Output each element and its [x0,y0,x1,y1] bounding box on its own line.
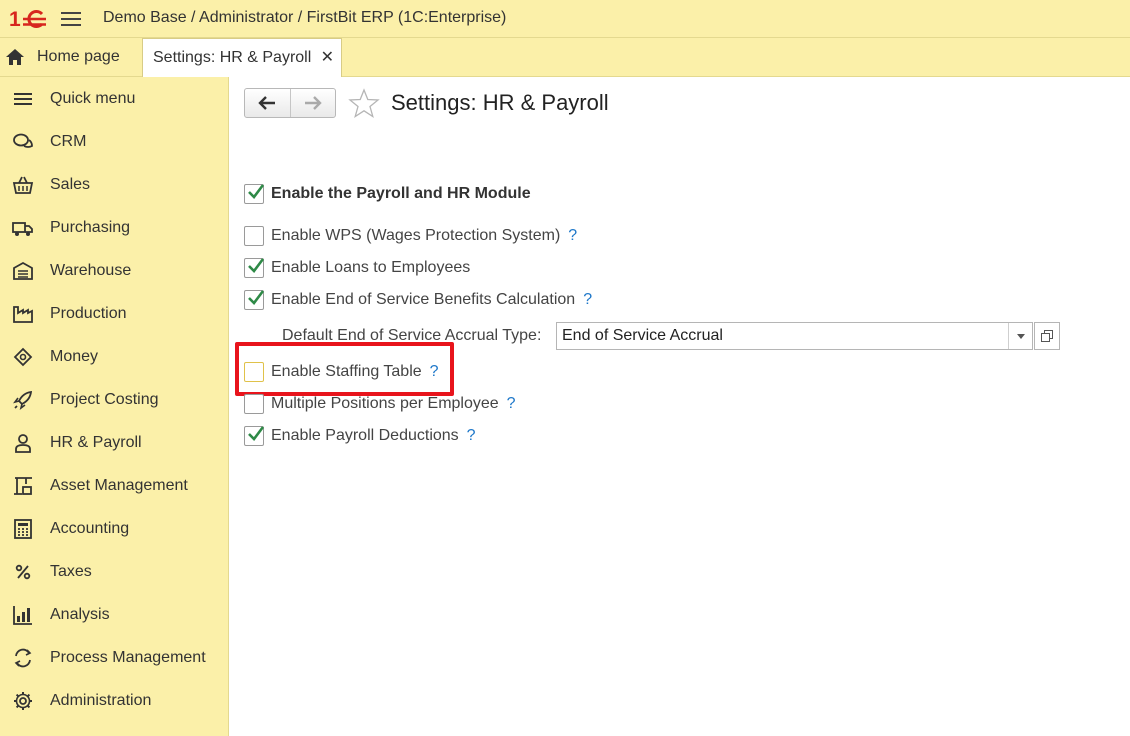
label-enable-payroll-hr: Enable the Payroll and HR Module [271,185,531,202]
home-icon [6,49,24,65]
cycle-icon [11,647,35,669]
gear-icon [11,690,35,712]
help-icon[interactable]: ? [507,395,516,413]
truck-icon [11,217,35,239]
app-title: Demo Base / Administrator / FirstBit ERP… [103,9,507,26]
history-nav [244,88,336,118]
chevron-down-icon [1016,333,1025,339]
help-icon[interactable]: ? [568,227,577,245]
label-enable-wps: Enable WPS (Wages Protection System) [271,227,561,244]
open-window-icon [1041,330,1053,342]
close-tab-icon[interactable]: ✕ [321,49,334,67]
tab-home-label: Home page [37,48,120,65]
sidebar-item-analysis[interactable]: Analysis [0,593,228,636]
favorite-star-icon[interactable] [348,88,380,118]
checkbox-enable-eos-benefits[interactable] [244,290,265,310]
person-icon [11,432,35,454]
accrual-type-select[interactable]: End of Service Accrual [556,322,1033,350]
checkbox-enable-wps[interactable] [244,226,264,246]
sidebar-item-purchasing[interactable]: Purchasing [0,206,228,249]
label-enable-payroll-deductions: Enable Payroll Deductions [271,427,459,444]
crane-icon [11,475,35,497]
option-enable-wps: Enable WPS (Wages Protection System) ? [244,224,577,248]
tab-bar: Home page Settings: HR & Payroll ✕ [0,38,1130,77]
title-bar: 1 Demo Base / Administrator / FirstBit E… [0,0,1130,38]
option-enable-eos-benefits: Enable End of Service Benefits Calculati… [244,288,592,312]
back-button[interactable] [245,89,290,117]
checkbox-enable-payroll-deductions[interactable] [244,426,265,446]
arrow-left-icon [258,96,276,110]
checkmark-icon [248,258,265,273]
label-enable-loans: Enable Loans to Employees [271,259,471,276]
sidebar-item-hr-payroll[interactable]: HR & Payroll [0,421,228,464]
checkbox-enable-payroll-hr[interactable] [244,184,265,204]
main-menu-icon[interactable] [61,10,81,28]
checkmark-icon [248,426,265,441]
checkmark-icon [248,184,265,199]
sidebar: Quick menu CRM Sales Purchasing Warehous… [0,77,229,736]
help-icon[interactable]: ? [467,427,476,445]
checkmark-icon [248,290,265,305]
svg-text:1: 1 [9,8,21,31]
sidebar-item-quick-menu[interactable]: Quick menu [0,77,228,120]
tab-settings-label: Settings: HR & Payroll [153,49,312,66]
rocket-icon [11,389,35,411]
sidebar-item-asset-management[interactable]: Asset Management [0,464,228,507]
sidebar-item-money[interactable]: Money [0,335,228,378]
highlight-box [235,342,454,396]
factory-icon [11,303,35,325]
checkbox-multiple-positions[interactable] [244,394,264,414]
checkbox-enable-loans[interactable] [244,258,265,278]
option-multiple-positions: Multiple Positions per Employee ? [244,392,516,416]
option-enable-loans: Enable Loans to Employees [244,256,470,280]
sidebar-item-crm[interactable]: CRM [0,120,228,163]
settings-form: Settings: HR & Payroll Enable the Payrol… [229,77,1130,736]
tab-home-page[interactable]: Home page [0,38,140,76]
sidebar-item-sales[interactable]: Sales [0,163,228,206]
page-title: Settings: HR & Payroll [391,90,609,115]
bar-chart-icon [11,604,35,626]
forward-button[interactable] [289,89,335,117]
sidebar-item-administration[interactable]: Administration [0,679,228,722]
arrow-right-icon [304,96,322,110]
sidebar-item-warehouse[interactable]: Warehouse [0,249,228,292]
tab-settings-hr-payroll[interactable]: Settings: HR & Payroll ✕ [142,38,342,77]
basket-icon [11,174,35,196]
dropdown-button[interactable] [1008,323,1032,349]
1c-logo-icon: 1 [9,8,46,31]
warehouse-icon [11,260,35,282]
sidebar-item-taxes[interactable]: Taxes [0,550,228,593]
chat-icon [11,131,35,153]
help-icon[interactable]: ? [583,291,592,309]
money-icon [11,346,35,368]
sidebar-item-production[interactable]: Production [0,292,228,335]
option-enable-payroll-deductions: Enable Payroll Deductions ? [244,424,476,448]
option-enable-payroll-hr: Enable the Payroll and HR Module [244,182,531,206]
calculator-icon [11,518,35,540]
sidebar-item-accounting[interactable]: Accounting [0,507,228,550]
open-item-button[interactable] [1034,322,1060,350]
accrual-type-value: End of Service Accrual [562,327,723,344]
sidebar-item-process-management[interactable]: Process Management [0,636,228,679]
label-enable-eos-benefits: Enable End of Service Benefits Calculati… [271,291,576,308]
sidebar-item-project-costing[interactable]: Project Costing [0,378,228,421]
hamburger-icon [11,88,35,110]
percent-icon [11,561,35,583]
label-multiple-positions: Multiple Positions per Employee [271,395,499,412]
